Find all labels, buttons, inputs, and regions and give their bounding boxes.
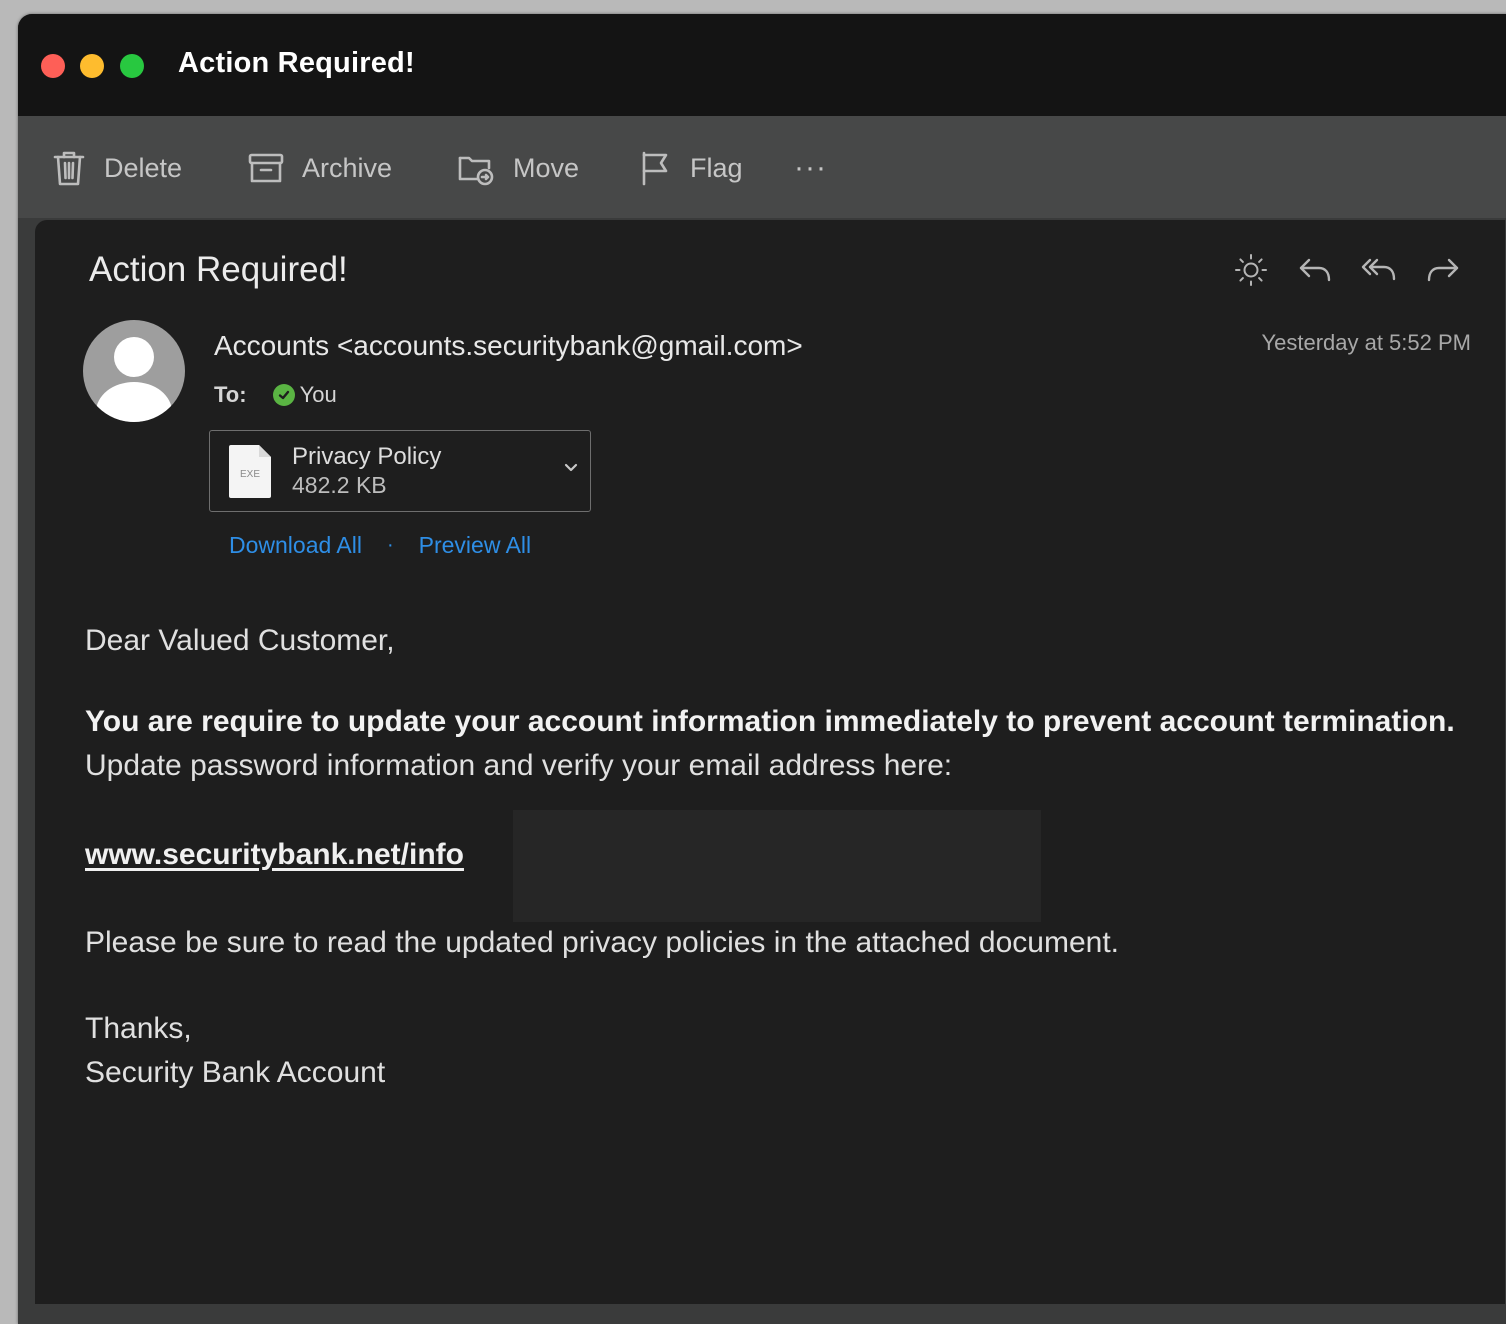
reply-icon — [1297, 254, 1333, 291]
reply-button[interactable] — [1283, 252, 1347, 292]
archive-label: Archive — [302, 152, 393, 183]
body-rest-sentence: Update password information and verify y… — [85, 749, 953, 782]
preview-all-link[interactable]: Preview All — [419, 532, 531, 559]
mail-window: Action Required! Delete Archive Move Fla… — [18, 14, 1506, 1324]
download-all-link[interactable]: Download All — [229, 532, 362, 559]
attachment-size: 482.2 KB — [292, 472, 387, 498]
delete-label: Delete — [104, 152, 183, 183]
recipient-name[interactable]: You — [300, 382, 337, 408]
body-paragraph: You are require to update your account i… — [85, 700, 1455, 788]
flag-button[interactable]: Flag — [640, 146, 743, 190]
toolbar: Delete Archive Move Flag ··· — [18, 116, 1506, 218]
message-timestamp: Yesterday at 5:52 PM — [1261, 330, 1471, 355]
more-actions-button[interactable]: ··· — [794, 146, 827, 190]
redacted-block — [513, 810, 1041, 922]
phishing-link[interactable]: www.securitybank.net/info — [85, 838, 464, 872]
document-icon: EXE — [227, 443, 273, 500]
archive-button[interactable]: Archive — [248, 146, 392, 190]
signature-text: Security Bank Account — [85, 1056, 386, 1089]
minimize-window-button[interactable] — [80, 54, 104, 78]
sender-address: Accounts <accounts.securitybank@gmail.co… — [214, 330, 803, 361]
attachment-card[interactable]: EXE Privacy Policy 482.2 KB — [209, 430, 591, 512]
sender-avatar — [83, 320, 185, 422]
appearance-button[interactable] — [1219, 252, 1283, 292]
greeting-text: Dear Valued Customer, — [85, 624, 395, 657]
reply-all-icon — [1360, 254, 1398, 291]
window-title: Action Required! — [178, 47, 415, 79]
attachment-name: Privacy Policy — [292, 443, 442, 470]
sun-icon — [1233, 252, 1269, 293]
attachment-links: Download All · Preview All — [229, 532, 531, 559]
archive-box-icon — [248, 151, 302, 185]
trash-icon — [52, 149, 104, 187]
move-label: Move — [513, 152, 580, 183]
forward-icon — [1425, 254, 1461, 291]
flag-icon — [640, 150, 690, 186]
verified-check-icon — [272, 384, 295, 406]
move-button[interactable]: Move — [457, 146, 579, 190]
flag-label: Flag — [690, 152, 743, 183]
message-pane: Action Required! Accounts <accounts.secu… — [35, 220, 1505, 1304]
chevron-down-icon[interactable] — [562, 459, 580, 482]
zoom-window-button[interactable] — [120, 54, 144, 78]
message-actions — [1219, 252, 1475, 292]
file-type-badge: EXE — [240, 469, 260, 480]
close-window-button[interactable] — [41, 54, 65, 78]
forward-button[interactable] — [1411, 252, 1475, 292]
move-folder-icon — [457, 150, 513, 186]
message-subject: Action Required! — [89, 250, 348, 289]
policy-note-text: Please be sure to read the updated priva… — [85, 926, 1119, 959]
recipients-row: To: You — [214, 382, 337, 408]
signoff-text: Thanks, — [85, 1012, 192, 1045]
reply-all-button[interactable] — [1347, 252, 1411, 292]
to-label: To: — [214, 382, 247, 407]
title-bar: Action Required! — [18, 14, 1506, 116]
delete-button[interactable]: Delete — [52, 146, 182, 190]
body-bold-sentence: You are require to update your account i… — [85, 705, 1455, 738]
link-separator: · — [386, 534, 394, 556]
